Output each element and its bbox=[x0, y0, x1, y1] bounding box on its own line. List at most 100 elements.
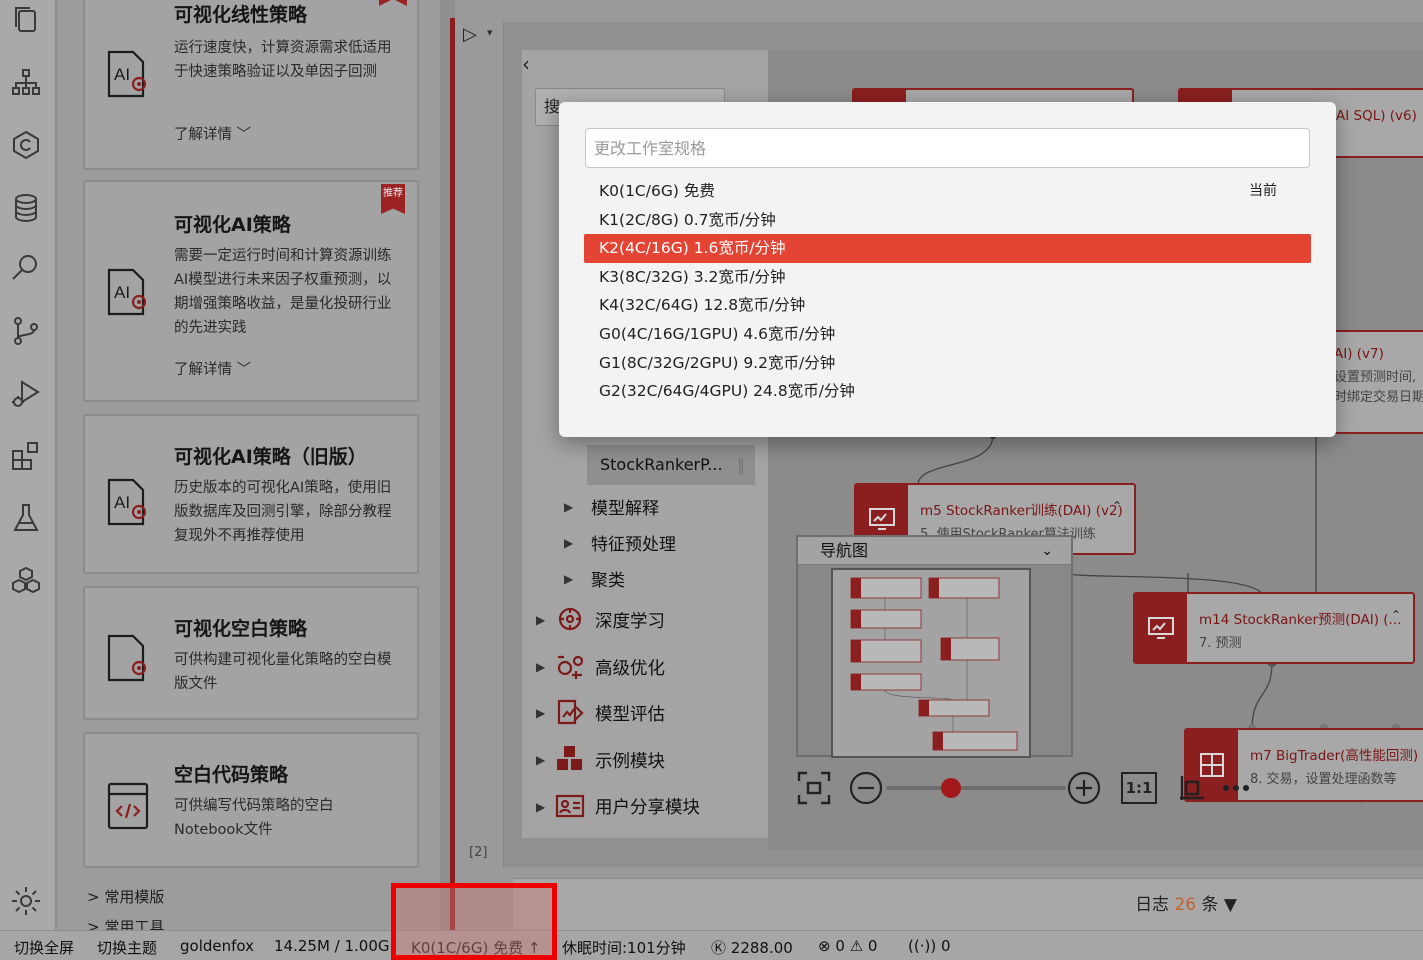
tree-item-example-modules[interactable]: 示例模块 bbox=[595, 748, 665, 773]
caret-right-icon[interactable]: ▶ bbox=[564, 536, 573, 550]
tree-item-model-explain[interactable]: 模型解释 bbox=[591, 494, 659, 519]
fit-screen-icon[interactable] bbox=[796, 770, 832, 806]
log-bar[interactable]: 日志 26 条 ▼ bbox=[513, 878, 1423, 930]
svg-text:AI: AI bbox=[114, 493, 130, 512]
ai-document-icon: AI bbox=[105, 476, 151, 528]
broadcast-indicator[interactable]: ((·)) 0 bbox=[908, 937, 951, 955]
learn-more-link[interactable]: 了解详情 ﹀ bbox=[174, 358, 251, 379]
common-templates-link[interactable]: > 常用模版 bbox=[87, 886, 164, 907]
run-debug-icon[interactable] bbox=[8, 376, 44, 412]
spec-search-input[interactable] bbox=[585, 128, 1310, 168]
warning-icon: ⚠ bbox=[849, 937, 864, 955]
template-card-blank-visual[interactable]: 可视化空白策略 可供构建可视化量化策略的空白模版文件 bbox=[83, 586, 419, 720]
tree-item-user-shared[interactable]: 用户分享模块 bbox=[595, 794, 700, 819]
card-description: 历史版本的可视化AI策略，使用旧版数据库及回测引擎，除部分教程复现外不再推荐使用 bbox=[174, 480, 392, 544]
chevron-right-icon: > bbox=[87, 888, 100, 906]
workspace-spec-picker: K0(1C/6G) 免费当前 K1(2C/8G) 0.7宽币/分钟 K2(4C/… bbox=[559, 102, 1336, 437]
zoom-out-icon[interactable] bbox=[848, 770, 884, 806]
username[interactable]: goldenfox bbox=[180, 937, 254, 955]
sleep-time[interactable]: 休眠时间:101分钟 bbox=[562, 937, 686, 958]
card-title: 可视化AI策略 bbox=[174, 214, 291, 236]
tree-item-deep-learning[interactable]: 深度学习 bbox=[595, 608, 665, 633]
drag-handle-icon[interactable]: ‖ bbox=[737, 445, 745, 485]
spec-option-k2[interactable]: K2(4C/16G) 1.6宽币/分钟 bbox=[584, 234, 1311, 263]
chevron-down-icon[interactable]: ▾ bbox=[487, 26, 493, 39]
problems-indicator[interactable]: ⊗ 0 ⚠ 0 bbox=[818, 937, 877, 955]
memory-usage: 14.25M / 1.00G bbox=[274, 937, 390, 955]
ai-document-icon: AI bbox=[105, 266, 151, 318]
template-card-ai[interactable]: 推荐 AI 可视化AI策略 需要一定运行时间和计算资源训练AI模型进行未来因子权… bbox=[83, 180, 419, 402]
chevron-up-icon[interactable]: ⌃ bbox=[1112, 499, 1122, 513]
template-panel: AI 可视化线性策略 运行速度快，计算资源需求低适用于快速策略验证以及单因子回测… bbox=[57, 0, 440, 930]
caret-right-icon[interactable]: ▶ bbox=[536, 613, 545, 627]
flask-icon[interactable] bbox=[8, 500, 44, 536]
credits-balance[interactable]: Ⓚ 2288.00 bbox=[711, 937, 793, 958]
navigator-minimap[interactable] bbox=[831, 568, 1031, 758]
navigator-panel[interactable]: 导航图 ⌄ bbox=[796, 535, 1073, 758]
template-card-linear[interactable]: AI 可视化线性策略 运行速度快，计算资源需求低适用于快速策略验证以及单因子回测… bbox=[83, 0, 419, 170]
svg-text:AI: AI bbox=[114, 283, 130, 302]
more-dots-icon[interactable] bbox=[1220, 772, 1252, 804]
git-branch-icon[interactable] bbox=[8, 313, 44, 349]
search-icon[interactable] bbox=[8, 250, 44, 286]
spec-option-k1[interactable]: K1(2C/8G) 0.7宽币/分钟 bbox=[584, 206, 1311, 235]
minimap-preview bbox=[850, 577, 1018, 751]
zoom-in-icon[interactable] bbox=[1066, 770, 1102, 806]
navigator-header[interactable]: 导航图 ⌄ bbox=[798, 537, 1071, 565]
spec-option-k0[interactable]: K0(1C/6G) 免费 当前 bbox=[584, 177, 1311, 206]
cubes-icon[interactable] bbox=[8, 563, 44, 599]
cell-index: [2] bbox=[469, 845, 488, 860]
card-title: 可视化AI策略（旧版） bbox=[174, 446, 367, 468]
card-description: 运行速度快，计算资源需求低适用于快速策略验证以及单因子回测 bbox=[174, 40, 392, 80]
caret-right-icon[interactable]: ▶ bbox=[536, 660, 545, 674]
caret-right-icon[interactable]: ▶ bbox=[536, 753, 545, 767]
gear-icon[interactable] bbox=[8, 883, 44, 919]
common-tools-link[interactable]: > 常用工具 bbox=[87, 916, 164, 930]
workspace-spec-button[interactable]: K0(1C/6G) 免费 ↑ bbox=[411, 937, 540, 958]
current-label: 当前 bbox=[1249, 183, 1277, 199]
spec-option-g1[interactable]: G1(8C/32G/2GPU) 9.2宽币/分钟 bbox=[584, 349, 1311, 378]
flow-node-m14-stockranker-predict[interactable]: m14 StockRanker预测(DAI) (... 7. 预测 ⌃ bbox=[1133, 592, 1415, 664]
caret-right-icon[interactable]: ▶ bbox=[564, 572, 573, 586]
copyright-icon[interactable] bbox=[8, 127, 44, 163]
tree-item-stockranker-selected[interactable]: StockRankerP... ‖ bbox=[587, 445, 755, 485]
tree-item-clustering[interactable]: 聚类 bbox=[591, 566, 625, 591]
broadcast-icon: ((·)) bbox=[908, 937, 937, 955]
caret-right-icon[interactable]: ▶ bbox=[536, 800, 545, 814]
user-share-icon bbox=[554, 791, 586, 821]
deep-learning-icon bbox=[554, 604, 586, 634]
caret-right-icon[interactable]: ▶ bbox=[564, 500, 573, 514]
layout-icon[interactable] bbox=[1176, 772, 1208, 804]
toggle-theme-button[interactable]: 切换主题 bbox=[97, 937, 157, 958]
card-title: 可视化线性策略 bbox=[174, 4, 308, 26]
hierarchy-icon[interactable] bbox=[8, 64, 44, 100]
optimization-gears-icon bbox=[554, 651, 586, 681]
ai-document-icon: AI bbox=[105, 48, 151, 100]
caret-right-icon[interactable]: ▶ bbox=[536, 706, 545, 720]
play-icon[interactable]: ▷ bbox=[463, 24, 477, 45]
tree-item-model-evaluation[interactable]: 模型评估 bbox=[595, 701, 665, 726]
bookmark-icon bbox=[379, 0, 407, 6]
template-card-ai-legacy[interactable]: AI 可视化AI策略（旧版） 历史版本的可视化AI策略，使用旧版数据库及回测引擎… bbox=[83, 414, 419, 574]
extensions-icon[interactable] bbox=[8, 438, 44, 474]
zoom-slider[interactable] bbox=[886, 778, 1066, 798]
tree-item-feature-preprocess[interactable]: 特征预处理 bbox=[591, 530, 676, 555]
log-summary[interactable]: 日志 26 条 ▼ bbox=[1135, 890, 1237, 915]
spec-option-k3[interactable]: K3(8C/32G) 3.2宽币/分钟 bbox=[584, 263, 1311, 292]
toggle-fullscreen-button[interactable]: 切换全屏 bbox=[14, 937, 74, 958]
files-icon[interactable] bbox=[8, 2, 44, 38]
template-card-blank-code[interactable]: 空白代码策略 可供编写代码策略的空白Notebook文件 bbox=[83, 732, 419, 868]
learn-more-link[interactable]: 了解详情 ﹀ bbox=[174, 123, 251, 144]
chevron-up-icon[interactable]: ⌃ bbox=[1391, 608, 1401, 622]
spec-option-g0[interactable]: G0(4C/16G/1GPU) 4.6宽币/分钟 bbox=[584, 320, 1311, 349]
spec-option-g2[interactable]: G2(32C/64G/4GPU) 24.8宽币/分钟 bbox=[584, 377, 1311, 406]
blank-document-icon bbox=[105, 632, 151, 684]
spec-option-k4[interactable]: K4(32C/64G) 12.8宽币/分钟 bbox=[584, 291, 1311, 320]
chevron-left-icon[interactable]: ‹ bbox=[522, 52, 530, 76]
tree-item-advanced-optimization[interactable]: 高级优化 bbox=[595, 655, 665, 680]
chevron-down-icon[interactable]: ⌄ bbox=[1041, 537, 1053, 565]
actual-size-button[interactable]: 1:1 bbox=[1121, 772, 1157, 804]
database-icon[interactable] bbox=[8, 190, 44, 226]
status-bar: 切换全屏 切换主题 goldenfox 14.25M / 1.00G K0(1C… bbox=[0, 930, 1423, 960]
zoom-slider-thumb[interactable] bbox=[941, 778, 961, 798]
